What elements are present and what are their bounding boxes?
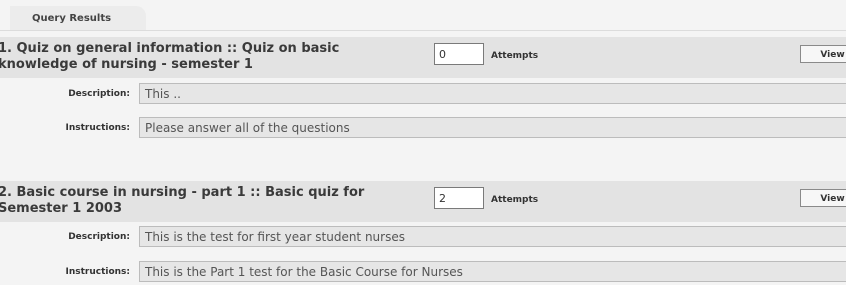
attempts-input[interactable] <box>434 43 484 65</box>
instructions-field: Please answer all of the questions <box>139 117 846 138</box>
instructions-label: Instructions: <box>65 123 130 133</box>
description-label: Description: <box>68 232 130 242</box>
view-button[interactable]: View <box>800 45 846 63</box>
description-field: This is the test for first year student … <box>139 226 846 247</box>
attempts-input[interactable] <box>434 187 484 209</box>
tab-divider <box>0 30 846 31</box>
instructions-label: Instructions: <box>65 267 130 277</box>
attempts-label: Attempts <box>491 51 539 61</box>
result-title: 1. Quiz on general information :: Quiz o… <box>0 41 340 72</box>
tab-query-results[interactable]: Query Results <box>10 6 146 30</box>
attempts-label: Attempts <box>491 195 539 205</box>
description-field: This .. <box>139 83 846 104</box>
description-label: Description: <box>68 89 130 99</box>
result-title: 2. Basic course in nursing - part 1 :: B… <box>0 185 365 216</box>
view-button[interactable]: View <box>800 189 846 207</box>
instructions-field: This is the Part 1 test for the Basic Co… <box>139 261 846 282</box>
